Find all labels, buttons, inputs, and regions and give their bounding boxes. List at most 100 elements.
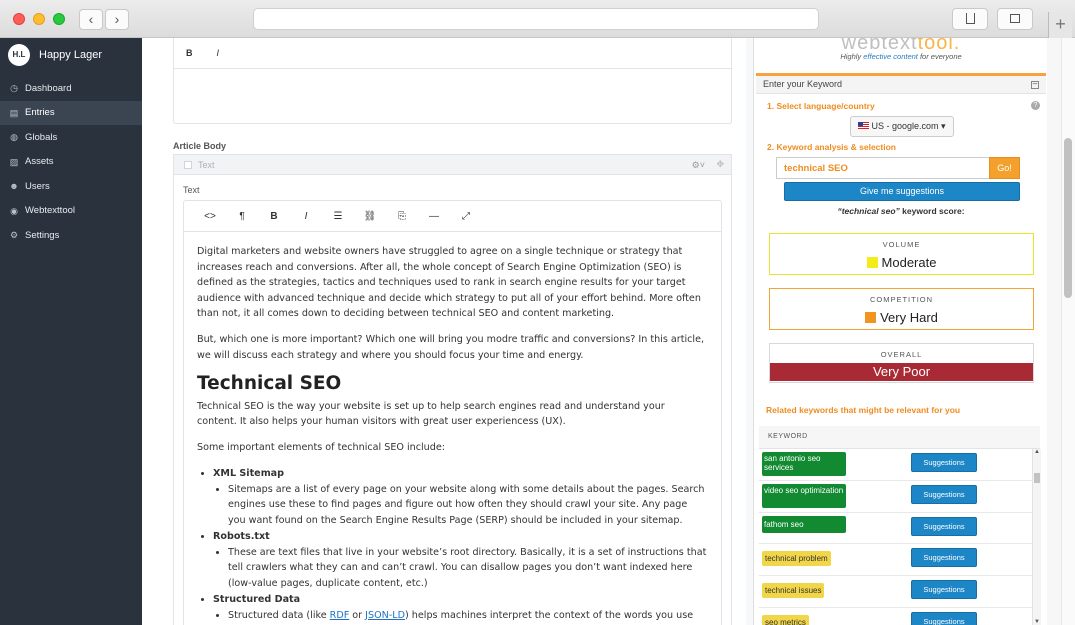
- page-scroll-thumb[interactable]: [1064, 138, 1072, 298]
- fullscreen-icon[interactable]: ⤢: [450, 211, 482, 222]
- entries-icon: ▤: [9, 107, 19, 118]
- block-type-label: Text: [198, 159, 215, 170]
- language-select[interactable]: US - google.com ▾: [850, 116, 954, 137]
- tabs-button[interactable]: [997, 8, 1033, 30]
- list-item: Structured data (like RDF or JSON-LD) he…: [228, 608, 707, 624]
- table-row: fathom seo Suggestions: [759, 513, 1040, 545]
- keyword-tag[interactable]: seo metrics: [762, 614, 809, 625]
- give-suggestions-button[interactable]: Give me suggestions: [784, 182, 1020, 201]
- share-button[interactable]: [952, 8, 988, 30]
- bold-icon[interactable]: B: [258, 211, 290, 222]
- list-item-title: XML Sitemap: [213, 468, 285, 479]
- embed-icon[interactable]: ⎘: [386, 211, 418, 222]
- sidebar-item-label: Settings: [25, 229, 60, 241]
- rich-text-editor: <> ¶ B I ☰ ⛓ ⎘ — ⤢ Digital marketers and…: [183, 200, 722, 625]
- sidebar-item-globals[interactable]: ◍ Globals: [0, 125, 142, 150]
- close-window-icon[interactable]: [13, 13, 25, 25]
- code-icon[interactable]: <>: [194, 211, 226, 222]
- bold-button[interactable]: B: [186, 48, 193, 58]
- suggestions-button[interactable]: Suggestions: [911, 453, 977, 472]
- brand-name: Happy Lager: [39, 49, 102, 61]
- back-button[interactable]: ‹: [79, 9, 103, 30]
- bullet-list: XML Sitemap Sitemaps are a list of every…: [213, 466, 707, 623]
- table-scrollbar[interactable]: ▲ ▼: [1032, 449, 1041, 625]
- competition-swatch: [865, 312, 877, 323]
- volume-swatch: [866, 257, 878, 268]
- table-row: technical problem Suggestions: [759, 544, 1040, 577]
- collapse-icon[interactable]: –: [1031, 80, 1039, 89]
- link-icon[interactable]: ⛓: [354, 211, 386, 222]
- block-select-checkbox[interactable]: [184, 160, 192, 169]
- forward-button[interactable]: ›: [105, 9, 129, 30]
- suggestions-button[interactable]: Suggestions: [911, 611, 977, 625]
- text-fragment: ) helps machines interpret the context o…: [405, 609, 694, 621]
- json-ld-link[interactable]: JSON-LD: [365, 610, 405, 621]
- settings-icon: ⚙: [9, 230, 19, 241]
- related-keywords-table: san antonio seo services Suggestions video…: [759, 449, 1040, 625]
- volume-label: VOLUME: [882, 240, 921, 249]
- suggestions-button[interactable]: Suggestions: [911, 580, 977, 600]
- keyword-tag[interactable]: video seo optimization: [762, 483, 846, 508]
- rdf-link[interactable]: RDF: [330, 610, 350, 621]
- new-tab-button[interactable]: +: [1048, 12, 1072, 38]
- minimize-window-icon[interactable]: [33, 13, 45, 25]
- keyword-tag[interactable]: technical issues: [762, 583, 825, 599]
- suggestions-button[interactable]: Suggestions: [911, 548, 977, 568]
- keyword-tag[interactable]: san antonio seo services: [762, 452, 846, 476]
- table-row: seo metrics Suggestions: [759, 608, 1040, 625]
- keyword-input[interactable]: technical SEO: [776, 157, 989, 179]
- keyword-panel-header: Enter your Keyword –: [756, 76, 1046, 94]
- editor-content[interactable]: Digital marketers and website owners hav…: [184, 232, 721, 623]
- settings-gear-icon[interactable]: ⚙˅: [692, 160, 705, 171]
- paragraph-icon[interactable]: ¶: [226, 211, 258, 222]
- horizontal-rule-icon[interactable]: —: [418, 211, 450, 222]
- table-row: technical issues Suggestions: [759, 576, 1040, 608]
- caret-down-icon: ▾: [941, 121, 946, 131]
- table-scroll-thumb[interactable]: [1034, 473, 1040, 483]
- maximize-window-icon[interactable]: [53, 13, 65, 25]
- sidebar-item-webtexttool[interactable]: ◉ Webtexttool: [0, 199, 142, 224]
- overall-value: Very Poor: [770, 363, 1033, 381]
- page-scrollbar[interactable]: [1061, 38, 1075, 625]
- step-keyword: 2. Keyword analysis & selection: [767, 142, 896, 152]
- sidebar-item-label: Assets: [25, 156, 54, 168]
- webtexttool-icon: ◉: [10, 205, 18, 216]
- sidebar-item-users[interactable]: ☻ Users: [0, 174, 142, 199]
- suggestions-button[interactable]: Suggestions: [911, 484, 977, 504]
- list-item: Robots.txt These are text files that liv…: [213, 529, 707, 591]
- suggestions-button[interactable]: Suggestions: [911, 516, 977, 536]
- matrix-block-header: Text ⚙˅ ✥: [173, 154, 732, 175]
- list-icon[interactable]: ☰: [322, 211, 354, 222]
- address-bar[interactable]: [253, 8, 819, 30]
- italic-icon[interactable]: I: [290, 211, 322, 222]
- keyword-tag[interactable]: technical problem: [762, 551, 831, 567]
- keyword-tag[interactable]: fathom seo: [762, 515, 846, 533]
- keyword-panel-title: Enter your Keyword: [763, 79, 843, 89]
- sidebar-item-assets[interactable]: ▨ Assets: [0, 150, 142, 175]
- brand[interactable]: H.L Happy Lager: [0, 38, 142, 72]
- list-item: These are text files that live in your w…: [228, 545, 707, 592]
- webtexttool-tagline: Highly effective content for everyone: [840, 52, 962, 61]
- italic-button[interactable]: I: [217, 48, 220, 58]
- move-icon[interactable]: ✥: [716, 159, 724, 170]
- globals-icon: ◍: [10, 132, 18, 143]
- help-icon[interactable]: ?: [1031, 101, 1040, 110]
- table-row: san antonio seo services Suggestions: [759, 449, 1040, 481]
- us-flag-icon: [858, 122, 870, 129]
- share-icon: [966, 13, 975, 24]
- sidebar-item-label: Webtexttool: [25, 205, 75, 217]
- divider: [746, 38, 753, 625]
- sidebar-item-dashboard[interactable]: ◷ Dashboard: [0, 76, 142, 101]
- text-fragment: Structured data (like: [228, 609, 330, 621]
- sidebar-item-label: Globals: [25, 131, 58, 143]
- scroll-up-icon[interactable]: ▲: [1034, 449, 1040, 455]
- sidebar-item-settings[interactable]: ⚙ Settings: [0, 223, 142, 248]
- scroll-down-icon[interactable]: ▼: [1034, 619, 1040, 625]
- editor-toolbar: <> ¶ B I ☰ ⛓ ⎘ — ⤢: [184, 201, 721, 232]
- go-button[interactable]: Go!: [989, 157, 1020, 179]
- overall-label: OVERALL: [880, 350, 923, 359]
- sidebar-item-label: Entries: [25, 107, 55, 119]
- sidebar-item-entries[interactable]: ▤ Entries: [0, 100, 142, 125]
- keyword-score-title: “technical seo” keyword score:: [837, 206, 965, 216]
- list-item: XML Sitemap Sitemaps are a list of every…: [213, 466, 707, 528]
